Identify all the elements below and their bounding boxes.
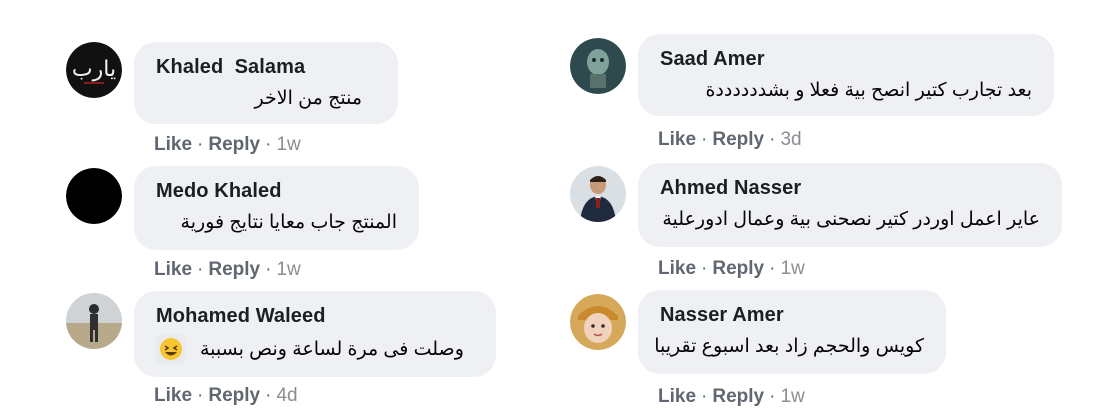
comment-actions: Like · Reply · 4d [154, 385, 298, 407]
laughing-face-icon [156, 334, 186, 364]
separator: · [701, 386, 708, 407]
timestamp[interactable]: 1w [780, 386, 804, 407]
reply-link[interactable]: Reply [712, 129, 764, 150]
commenter-name[interactable]: Nasser Amer [660, 304, 924, 327]
like-link[interactable]: Like [154, 134, 192, 155]
like-link[interactable]: Like [658, 386, 696, 407]
avatar-outdoor-photo-icon [66, 293, 122, 349]
comment-actions: Like · Reply · 1w [658, 258, 805, 280]
reply-link[interactable]: Reply [208, 134, 260, 155]
like-link[interactable]: Like [154, 385, 192, 406]
timestamp[interactable]: 1w [780, 258, 804, 279]
separator: · [197, 134, 204, 155]
separator: · [265, 385, 272, 406]
timestamp[interactable]: 4d [276, 385, 297, 406]
reply-link[interactable]: Reply [712, 258, 764, 279]
comment-bubble: Ahmed Nasser عاير اعمل اوردر كتير نصحنى … [638, 163, 1062, 247]
separator: · [197, 259, 204, 280]
like-link[interactable]: Like [154, 259, 192, 280]
reply-link[interactable]: Reply [208, 259, 260, 280]
separator: · [701, 129, 708, 150]
commenter-name[interactable]: Ahmed Nasser [660, 177, 1040, 200]
separator: · [769, 129, 776, 150]
separator: · [701, 258, 708, 279]
avatar[interactable] [66, 293, 122, 349]
timestamp[interactable]: 1w [276, 134, 300, 155]
avatar-label: يارب [72, 57, 116, 82]
avatar[interactable] [66, 168, 122, 224]
comment-bubble: Nasser Amer كويس والحجم زاد بعد اسبوع تق… [638, 290, 946, 374]
avatar-portrait-icon [570, 166, 626, 222]
comment-text: وصلت فى مرة لساعة ونص بسببة [200, 338, 464, 360]
avatar[interactable] [570, 38, 626, 94]
avatar-cartoon-icon [570, 38, 626, 94]
comment-bubble: Mohamed Waleed وصلت فى مرة لساعة ونص بسب… [134, 291, 496, 377]
reply-link[interactable]: Reply [208, 385, 260, 406]
comment-bubble: Khaled Salama منتج من الاخر [134, 42, 398, 124]
commenter-name[interactable]: Medo Khaled [156, 180, 397, 203]
comment-actions: Like · Reply · 1w [658, 386, 805, 408]
timestamp[interactable]: 3d [780, 129, 801, 150]
avatar-black-icon [66, 168, 122, 224]
avatar-child-photo-icon [570, 294, 626, 350]
separator: · [769, 258, 776, 279]
like-link[interactable]: Like [658, 258, 696, 279]
separator: · [769, 386, 776, 407]
avatar[interactable] [570, 166, 626, 222]
comment-text: عاير اعمل اوردر كتير نصحنى بية وعمال ادو… [662, 209, 1040, 230]
avatar-yarab-icon: يارب [66, 42, 122, 98]
commenter-name[interactable]: Khaled Salama [156, 56, 376, 79]
comment-text: بعد تجارب كتير انصح بية فعلا و بشددددددة [705, 80, 1032, 101]
comment-text: منتج من الاخر [254, 88, 362, 109]
timestamp[interactable]: 1w [276, 259, 300, 280]
comment-actions: Like · Reply · 3d [658, 129, 802, 151]
comment-actions: Like · Reply · 1w [154, 134, 301, 156]
commenter-name[interactable]: Mohamed Waleed [156, 305, 474, 328]
separator: · [265, 259, 272, 280]
commenter-name[interactable]: Saad Amer [660, 48, 1032, 71]
comment-text: المنتج جاب معايا نتايج فورية [180, 212, 397, 233]
separator: · [265, 134, 272, 155]
like-link[interactable]: Like [658, 129, 696, 150]
reply-link[interactable]: Reply [712, 386, 764, 407]
comment-bubble: Saad Amer بعد تجارب كتير انصح بية فعلا و… [638, 34, 1054, 116]
comment-text: كويس والحجم زاد بعد اسبوع تقريبا [654, 336, 924, 357]
comment-body: وصلت فى مرة لساعة ونص بسببة [156, 334, 474, 364]
comment-bubble: Medo Khaled المنتج جاب معايا نتايج فورية [134, 166, 419, 250]
separator: · [197, 385, 204, 406]
avatar[interactable] [570, 294, 626, 350]
comment-actions: Like · Reply · 1w [154, 259, 301, 281]
avatar[interactable]: يارب [66, 42, 122, 98]
